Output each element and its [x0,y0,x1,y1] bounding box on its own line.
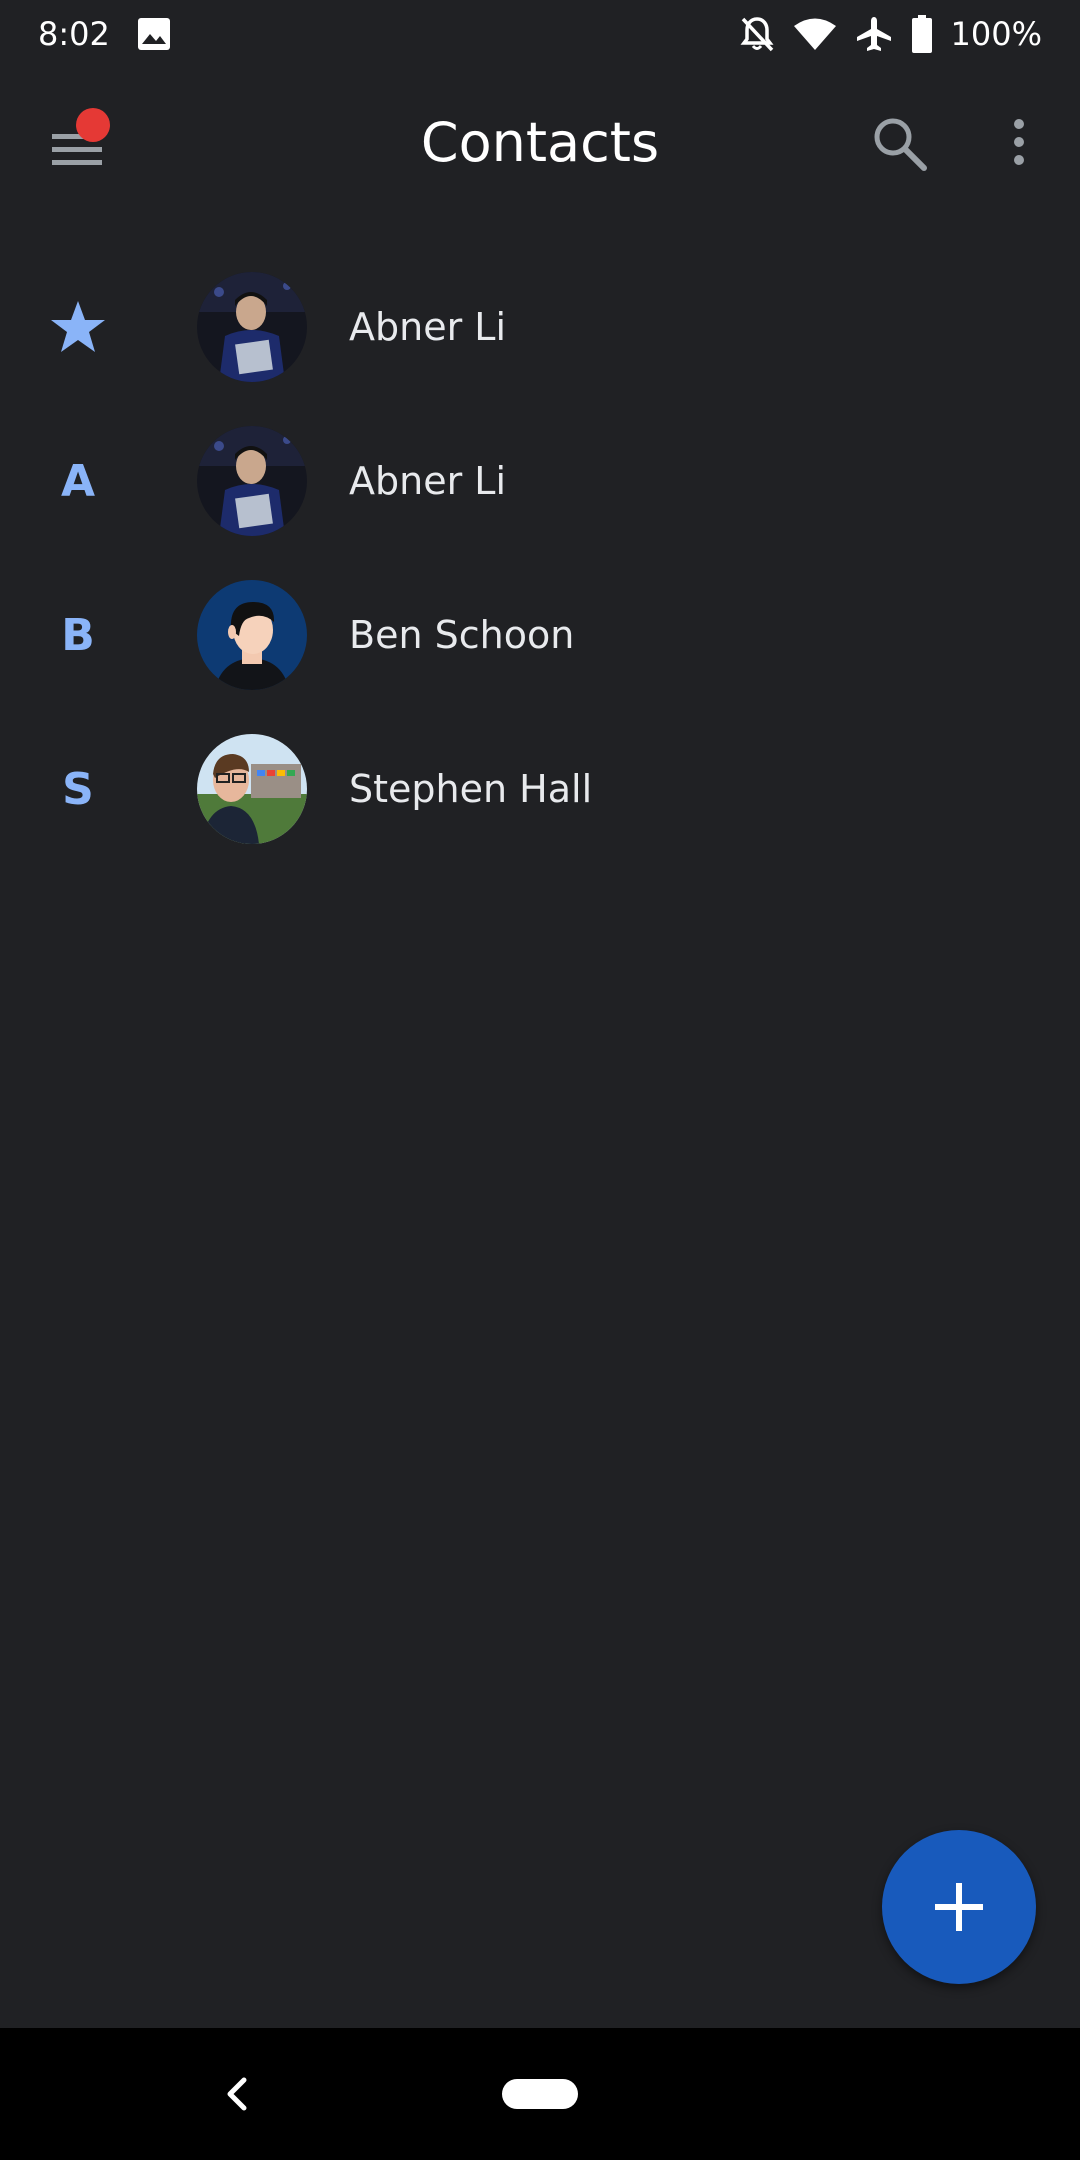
status-bar: 8:02 100% [0,0,1080,68]
contacts-app: 8:02 100% Contacts Abner Li A Abner Li B… [0,0,1080,2160]
contact-name: Stephen Hall [349,767,593,811]
contact-list: Abner Li A Abner Li B Ben Schoon S Steph… [0,250,1080,866]
avatar [197,426,307,536]
back-icon [227,2077,247,2111]
more-options-button[interactable] [994,112,1044,176]
section-letter: B [61,609,95,661]
status-icons: 100% [739,12,1042,56]
back-button[interactable] [212,2068,260,2120]
star-icon [51,301,105,352]
search-icon [874,118,927,171]
avatar [197,734,307,844]
avatar [197,580,307,690]
add-contact-button[interactable] [882,1830,1036,1984]
navigation-bar [0,2028,1080,2160]
more-vert-icon [1014,119,1024,165]
wifi-icon [793,17,837,51]
notification-badge [76,108,110,142]
contact-row[interactable]: A Abner Li [0,404,1080,558]
contact-name: Ben Schoon [349,613,575,657]
notifications-off-icon [739,15,775,53]
section-letter: A [60,455,96,507]
contact-row[interactable]: Abner Li [0,250,1080,404]
battery-percent: 100% [950,15,1042,53]
favorites-section [38,250,118,404]
contact-name: Abner Li [349,459,507,503]
airplane-mode-icon [855,15,893,53]
battery-icon [911,15,933,53]
contact-row[interactable]: S Stephen Hall [0,712,1080,866]
app-bar: Contacts [0,68,1080,218]
search-button[interactable] [868,112,932,176]
gallery-icon [137,17,171,51]
contact-name: Abner Li [349,305,507,349]
plus-icon [935,1883,983,1931]
status-time: 8:02 [38,15,110,53]
home-pill-icon[interactable] [502,2079,578,2109]
avatar [197,272,307,382]
contact-row[interactable]: B Ben Schoon [0,558,1080,712]
section-letter: S [62,763,94,815]
